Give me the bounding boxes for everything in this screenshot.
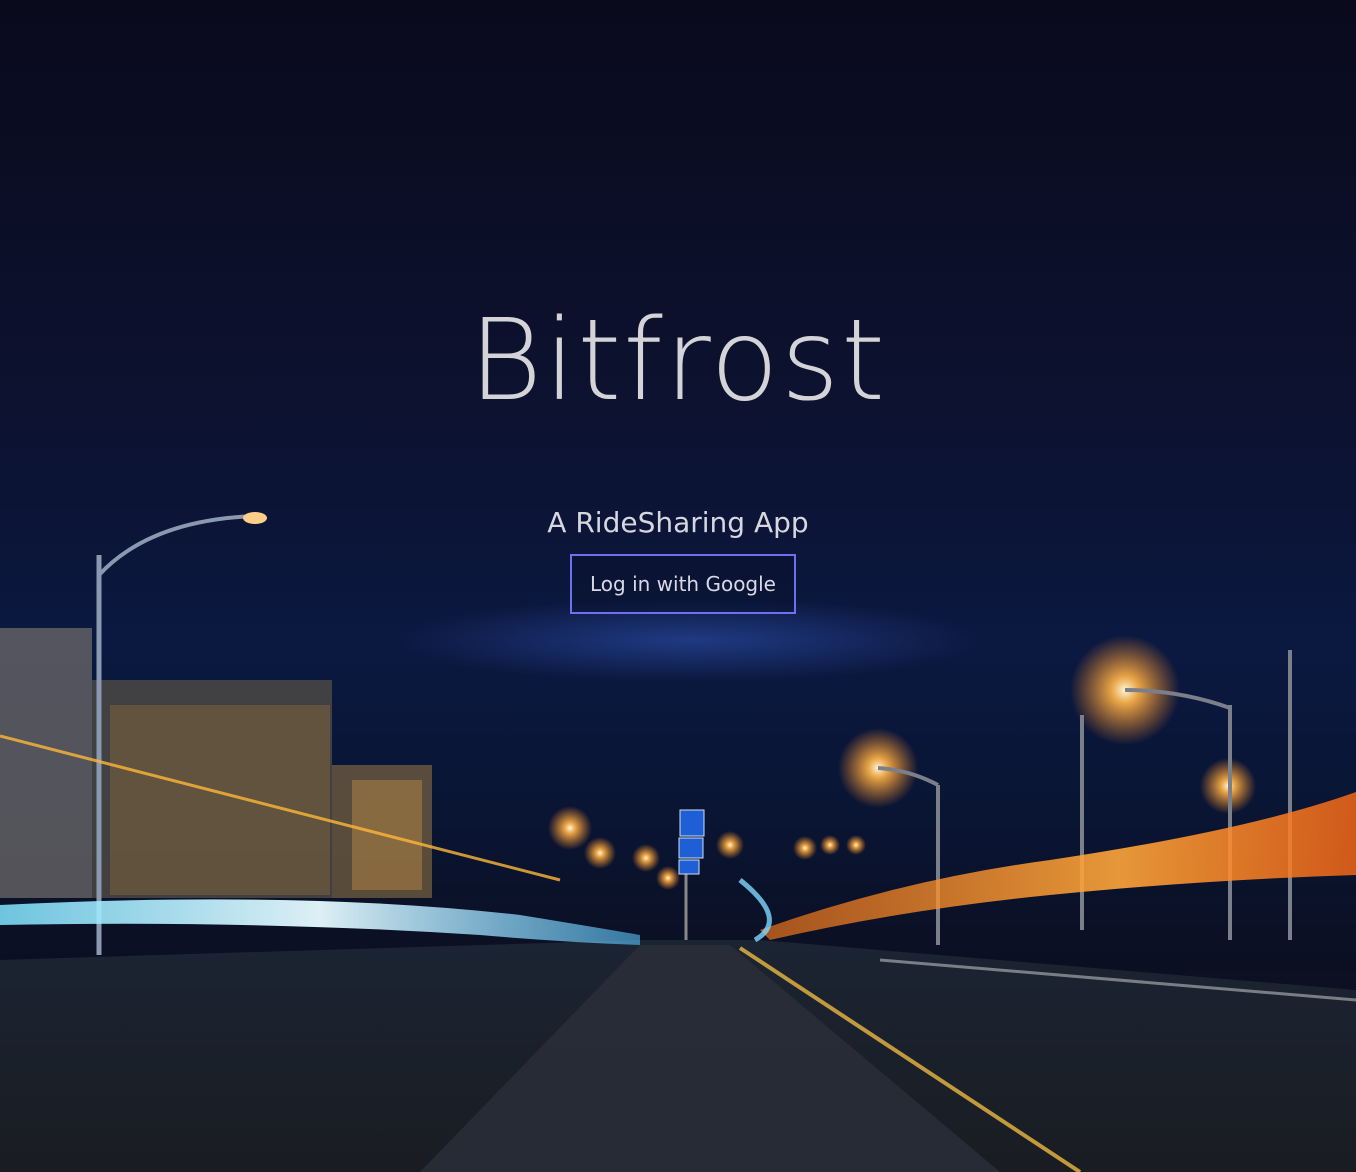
light-trail-orange	[760, 792, 1356, 940]
streetlight-glow	[793, 836, 817, 860]
streetlight-glow	[632, 844, 660, 872]
app-title: Bitfrost	[468, 296, 888, 426]
building	[0, 628, 432, 898]
streetlight-glow	[820, 835, 840, 855]
streetlight-glow	[656, 866, 680, 890]
highway-sign	[678, 809, 705, 940]
streetlight-glow	[584, 837, 616, 869]
light-trail-blue	[0, 899, 640, 945]
streetlight-glow	[846, 835, 866, 855]
light-trail-blue	[738, 878, 772, 943]
streetlight-glow	[716, 831, 744, 859]
app-tagline: A RideSharing App	[547, 506, 809, 539]
streetlight-glow	[548, 806, 592, 850]
login-with-google-button[interactable]: Log in with Google	[570, 554, 796, 614]
landing-hero: Bitfrost A RideSharing App Log in with G…	[0, 0, 1356, 1172]
